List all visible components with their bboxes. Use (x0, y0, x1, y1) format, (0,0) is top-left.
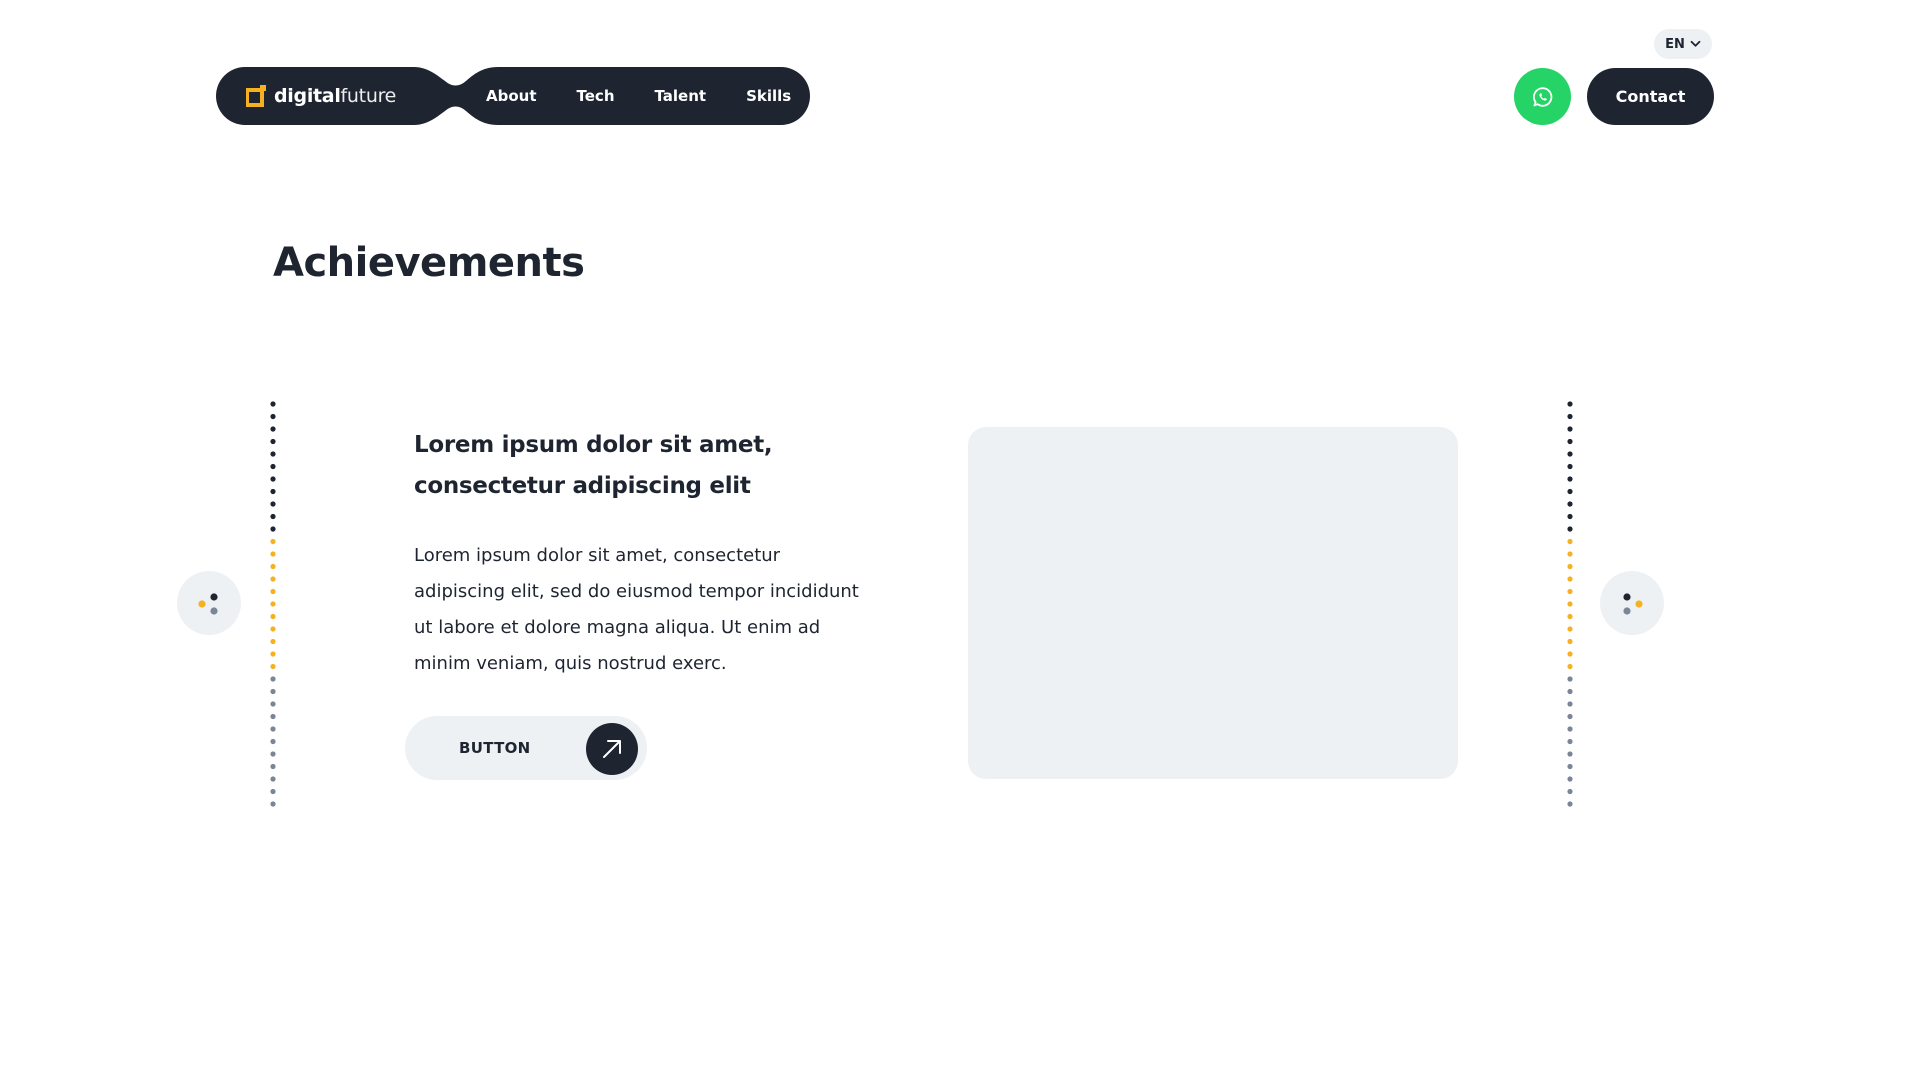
track-dot (270, 651, 276, 657)
nav-item-tech[interactable]: Tech (557, 87, 635, 105)
track-dot (1567, 601, 1573, 607)
track-dot (1567, 713, 1573, 720)
dots-icon (198, 593, 218, 615)
track-dot (1567, 626, 1573, 632)
logo-text-strong: digital (274, 85, 341, 107)
track-dot (270, 476, 276, 482)
track-dot (1567, 663, 1573, 670)
track-dot (270, 776, 276, 782)
track-dot (270, 613, 276, 620)
track-dot (1567, 501, 1573, 507)
track-dot (270, 401, 276, 407)
slide-cta-button[interactable]: BUTTON (405, 716, 647, 780)
nav-item-skills[interactable]: Skills (726, 87, 811, 105)
track-dot (270, 751, 276, 757)
track-dot (1567, 538, 1573, 545)
track-dot (1567, 551, 1573, 557)
contact-button[interactable]: Contact (1587, 68, 1714, 125)
track-dot (1567, 676, 1573, 682)
track-dot (1567, 688, 1573, 695)
section-title: Achievements (273, 240, 585, 286)
track-dot (270, 426, 276, 432)
track-dot (1567, 651, 1573, 657)
next-slide-button[interactable] (1600, 571, 1664, 635)
track-dot (1567, 463, 1573, 470)
track-dot (1567, 413, 1573, 420)
logo[interactable]: digitalfuture (246, 84, 396, 108)
track-dot (1567, 763, 1573, 770)
track-dot (1567, 576, 1573, 582)
nav-item-talent[interactable]: Talent (635, 87, 727, 105)
track-dot (270, 551, 276, 557)
track-dot (1567, 788, 1573, 795)
track-dot (1567, 451, 1573, 457)
track-dot (1567, 488, 1573, 495)
track-dot (1567, 526, 1573, 532)
track-dot (1567, 513, 1573, 520)
track-dot (270, 688, 276, 695)
track-dot (270, 701, 276, 707)
track-dot (270, 676, 276, 682)
chevron-down-icon (1690, 40, 1701, 47)
track-dot (1567, 563, 1573, 570)
track-dot (270, 626, 276, 632)
track-dot (270, 576, 276, 582)
track-dot (1567, 638, 1573, 645)
logo-text-light: future (340, 85, 397, 107)
language-label: EN (1665, 36, 1685, 52)
track-dot (270, 488, 276, 495)
track-dot (270, 801, 276, 807)
track-dot (270, 513, 276, 520)
track-dot (270, 738, 276, 745)
nav-links: About Tech Talent Skills (466, 67, 811, 125)
track-dot (270, 588, 276, 595)
track-dot (270, 788, 276, 795)
track-dot (270, 451, 276, 457)
slide-image-placeholder (968, 427, 1458, 779)
track-dot (1567, 438, 1573, 445)
slide-heading: Lorem ipsum dolor sit amet, consectetur … (414, 432, 773, 499)
whatsapp-icon (1532, 86, 1552, 107)
track-dot (270, 501, 276, 507)
track-dot (1567, 588, 1573, 595)
track-dot (1567, 401, 1573, 407)
slide-cta-arrow (586, 723, 638, 775)
track-dot (1567, 738, 1573, 745)
track-dot (270, 726, 276, 732)
track-dot (270, 413, 276, 420)
dots-icon (1623, 593, 1643, 615)
arrow-up-right-icon (603, 740, 621, 758)
dot-track-left (270, 401, 276, 807)
slide-body: Lorem ipsum dolor sit amet, consectetur … (414, 545, 859, 674)
track-dot (1567, 426, 1573, 432)
slide-cta-label: BUTTON (459, 739, 531, 757)
track-dot (1567, 751, 1573, 757)
whatsapp-button[interactable] (1514, 68, 1571, 125)
track-dot (270, 763, 276, 770)
track-dot (1567, 776, 1573, 782)
track-dot (270, 438, 276, 445)
language-selector[interactable]: EN (1654, 29, 1712, 59)
track-dot (270, 638, 276, 645)
track-dot (1567, 613, 1573, 620)
track-dot (270, 601, 276, 607)
nav-item-about[interactable]: About (466, 87, 557, 105)
track-dot (270, 713, 276, 720)
track-dot (270, 526, 276, 532)
track-dot (1567, 801, 1573, 807)
track-dot (270, 663, 276, 670)
prev-slide-button[interactable] (177, 571, 241, 635)
track-dot (1567, 701, 1573, 707)
track-dot (270, 563, 276, 570)
main-navigation: digitalfuture About Tech Talent Skills (216, 67, 810, 125)
track-dot (270, 463, 276, 470)
track-dot (1567, 476, 1573, 482)
track-dot (270, 538, 276, 545)
track-dot (1567, 726, 1573, 732)
dot-track-right (1567, 401, 1573, 807)
logo-mark-icon (246, 85, 266, 107)
